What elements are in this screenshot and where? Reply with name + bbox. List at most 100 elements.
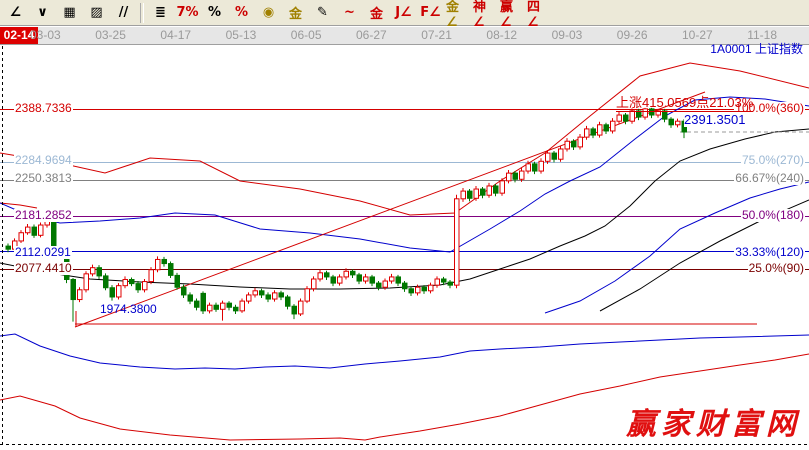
- level-price-100: 2388.7336: [14, 102, 73, 115]
- candle-down: [292, 306, 297, 314]
- recent-high-label: 2391.3501: [684, 112, 745, 127]
- candle-down: [533, 164, 538, 171]
- candle-down: [136, 284, 141, 290]
- gold-box-icon[interactable]: 金: [364, 1, 389, 24]
- symbol-title: 1A0001 上证指数: [710, 40, 803, 57]
- lower-band-blue: [0, 334, 809, 369]
- candle-down: [663, 111, 668, 119]
- level-pct-50: 50.0%(180): [741, 209, 805, 222]
- candle-up: [520, 171, 525, 179]
- candle-up: [390, 277, 395, 281]
- date-label: 03-03: [30, 28, 61, 42]
- candle-up: [585, 129, 590, 137]
- candle-up: [617, 115, 622, 121]
- candle-down: [481, 189, 486, 195]
- candle-up: [578, 137, 583, 147]
- candle-down: [182, 287, 187, 295]
- grid-arrow-icon[interactable]: ▨: [84, 1, 109, 24]
- date-label: 04-17: [160, 28, 191, 42]
- level-price-50: 2181.2852: [14, 209, 73, 222]
- candle-down: [169, 264, 174, 276]
- percent-icon[interactable]: %: [202, 1, 227, 24]
- candle-down: [331, 277, 336, 283]
- candle-up: [117, 286, 122, 297]
- candle-down: [286, 297, 291, 306]
- candle-up: [26, 227, 31, 233]
- candle-up: [221, 303, 226, 309]
- drawing-toolbar: ∠∨▦▨//≣7%%%◉金✎~金J∠F∠金∠神∠赢∠四∠: [0, 0, 809, 26]
- level-pct-75: 75.0%(270): [741, 154, 805, 167]
- candle-down: [357, 275, 362, 281]
- grid-tool-icon[interactable]: ▦: [57, 1, 82, 24]
- j-angle-icon[interactable]: J∠: [391, 1, 416, 24]
- date-axis: 02-1403-0303-2504-1705-1306-0506-2707-21…: [0, 27, 809, 45]
- f-angle-icon[interactable]: F∠: [418, 1, 443, 24]
- gann-fan-icon[interactable]: ∠: [3, 1, 28, 24]
- ying-angle-icon[interactable]: 赢∠: [499, 1, 524, 24]
- candle-down: [71, 280, 76, 300]
- level-price-33: 2112.0291: [14, 246, 72, 259]
- candle-up: [318, 273, 323, 279]
- candle-down: [175, 275, 180, 287]
- candle-down: [624, 115, 629, 121]
- candle-down: [104, 276, 109, 288]
- candle-down: [513, 173, 518, 179]
- level-pct-25: 25.0%(90): [748, 262, 805, 275]
- candle-down: [422, 287, 427, 291]
- percent-7-icon[interactable]: 7%: [175, 1, 200, 24]
- level-price-75: 2284.9694: [14, 154, 73, 167]
- candle-down: [227, 303, 232, 307]
- candle-down: [130, 280, 135, 284]
- candle-down: [409, 289, 414, 293]
- candle-up: [416, 287, 421, 293]
- candle-up: [78, 290, 83, 300]
- candle-up: [299, 301, 304, 314]
- parallel-lines-icon[interactable]: //: [111, 1, 136, 24]
- date-label: 09-26: [617, 28, 648, 42]
- candle-up: [208, 305, 213, 311]
- candle-down: [195, 301, 200, 307]
- candle-down: [448, 282, 453, 285]
- candle-up: [435, 279, 440, 285]
- candle-down: [266, 295, 271, 299]
- candle-down: [377, 283, 382, 287]
- candle-up: [247, 295, 252, 301]
- candle-up: [364, 277, 369, 281]
- candle-up: [539, 161, 544, 171]
- kline-detail-icon[interactable]: ≣: [148, 1, 173, 24]
- date-label: 05-13: [226, 28, 257, 42]
- gold-level-icon[interactable]: 金: [283, 1, 308, 24]
- brush-tool-icon[interactable]: ✎: [310, 1, 335, 24]
- gold-angle-icon[interactable]: 金∠: [445, 1, 470, 24]
- rise-annotation: 上涨415.0569点21.03%: [616, 92, 753, 112]
- candle-down: [6, 246, 11, 249]
- wave-tool-icon[interactable]: ~: [337, 1, 362, 24]
- candle-down: [442, 279, 447, 282]
- base-low-label: 1974.3800: [100, 302, 157, 316]
- candle-down: [325, 273, 330, 277]
- date-label: 06-27: [356, 28, 387, 42]
- zigzag-wave-icon[interactable]: ∨: [30, 1, 55, 24]
- candle-up: [546, 153, 551, 161]
- si-angle-icon[interactable]: 四∠: [526, 1, 551, 24]
- shen-angle-icon[interactable]: 神∠: [472, 1, 497, 24]
- candle-up: [273, 293, 278, 299]
- level-price-25: 2077.4410: [14, 262, 73, 275]
- candle-up: [19, 233, 24, 241]
- candle-down: [188, 295, 193, 301]
- candle-down: [370, 277, 375, 283]
- candle-down: [201, 293, 206, 310]
- candle-down: [32, 227, 37, 235]
- candle-up: [500, 181, 505, 193]
- gold-coin-icon[interactable]: ◉: [256, 1, 281, 24]
- ma-black-main: [0, 129, 809, 289]
- candle-down: [260, 291, 265, 295]
- candle-up: [461, 191, 466, 199]
- candle-down: [552, 153, 557, 159]
- candle-up: [123, 280, 128, 286]
- upper-band-red: [0, 63, 809, 215]
- percent-line-icon[interactable]: %: [229, 1, 254, 24]
- candle-up: [149, 270, 154, 282]
- candle-up: [305, 289, 310, 301]
- kline-chart-area[interactable]: 1A0001 上证指数 上涨415.0569点21.03% 2391.3501 …: [0, 46, 809, 450]
